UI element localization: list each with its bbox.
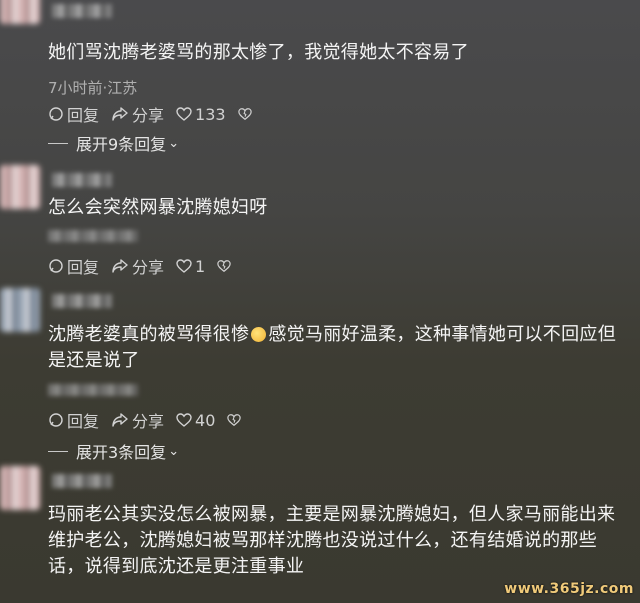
watermark: www.365jz.com [504, 581, 634, 597]
like-count: 1 [195, 256, 206, 276]
avatar[interactable] [0, 466, 40, 510]
expand-replies[interactable]: 展开3条回复 ⌄ [48, 439, 179, 463]
share-button[interactable]: 分享 [111, 408, 164, 432]
comment-actions: 回复 分享 1 [48, 254, 246, 278]
heart-icon [176, 107, 192, 121]
expand-replies[interactable]: 展开9条回复 ⌄ [48, 131, 179, 155]
reply-button[interactable]: 回复 [48, 408, 99, 432]
username[interactable] [52, 294, 112, 308]
comment-icon [49, 413, 63, 427]
like-count: 40 [195, 410, 216, 430]
comment-text: 怎么会突然网暴沈腾媳妇呀 [48, 197, 268, 218]
reply-button[interactable]: 回复 [48, 102, 99, 126]
comment-actions: 回复 分享 40 [48, 408, 256, 432]
username[interactable] [52, 173, 112, 187]
like-count: 133 [195, 104, 226, 124]
heart-icon [176, 259, 192, 273]
avatar[interactable] [0, 165, 40, 209]
reply-label: 回复 [67, 412, 100, 431]
share-button[interactable]: 分享 [111, 254, 164, 278]
heart-icon [176, 413, 192, 427]
comment-icon [49, 259, 63, 273]
chevron-down-icon: ⌄ [168, 135, 180, 151]
like-button[interactable]: 40 [176, 411, 215, 430]
share-icon [112, 107, 128, 121]
divider [48, 450, 68, 452]
share-label: 分享 [132, 106, 165, 125]
laughing-emoji-icon [251, 327, 267, 342]
comment-meta: 7小时前·江苏 [48, 79, 138, 97]
comment-actions: 回复 分享 133 [48, 102, 267, 126]
divider [48, 142, 68, 144]
username[interactable] [52, 474, 112, 488]
avatar[interactable] [0, 0, 40, 24]
comment-text: 沈腾老婆真的被骂得很惨 感觉马丽好温柔，这种事情她可以不回应但是还是说了 [48, 322, 626, 374]
broken-heart-icon [217, 260, 231, 273]
reply-label: 回复 [67, 258, 100, 277]
chevron-down-icon: ⌄ [168, 443, 180, 459]
dislike-button[interactable] [237, 107, 255, 121]
comment-text: 她们骂沈腾老婆骂的那太惨了，我觉得她太不容易了 [48, 42, 469, 63]
dislike-button[interactable] [217, 259, 234, 273]
like-button[interactable]: 133 [176, 105, 226, 124]
comment-meta [48, 384, 138, 396]
comment-icon [49, 107, 63, 121]
avatar[interactable] [0, 288, 40, 332]
username[interactable] [52, 4, 112, 18]
share-button[interactable]: 分享 [111, 102, 164, 126]
comment-text-part1: 沈腾老婆真的被骂得很惨 [48, 324, 250, 345]
share-label: 分享 [132, 258, 165, 277]
broken-heart-icon [227, 414, 242, 427]
broken-heart-icon [237, 108, 252, 121]
expand-replies-label: 展开3条回复 [76, 443, 167, 462]
share-label: 分享 [132, 412, 165, 431]
share-icon [112, 413, 128, 427]
comment-text: 玛丽老公其实没怎么被网暴，主要是网暴沈腾媳妇，但人家马丽能出来维护老公，沈腾媳妇… [48, 504, 616, 577]
like-button[interactable]: 1 [176, 257, 205, 276]
expand-replies-label: 展开9条回复 [76, 135, 167, 154]
reply-button[interactable]: 回复 [48, 254, 99, 278]
reply-label: 回复 [67, 106, 100, 125]
share-icon [112, 259, 128, 273]
dislike-button[interactable] [227, 413, 244, 427]
comment-meta [48, 230, 138, 242]
